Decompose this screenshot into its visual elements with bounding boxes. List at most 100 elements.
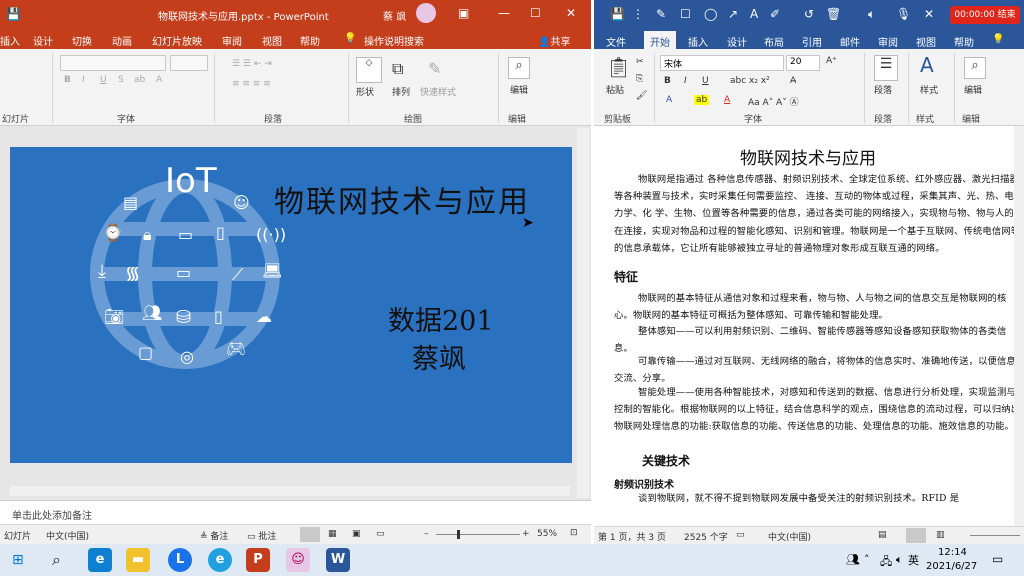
slideshow-view-button[interactable]: ▭ [376,529,385,539]
quick-styles-icon[interactable]: ✎ [428,59,441,78]
word-count[interactable]: 2525 个字 [684,530,728,543]
search-icon[interactable]: ⌕ [964,57,986,79]
share-button[interactable]: 👤共享 [538,33,570,48]
bullets-icon[interactable]: ☰ ☰ ⇤ ⇥ [232,59,272,69]
tab-mailings[interactable]: 邮件 [840,34,860,49]
font-name-input[interactable] [60,55,166,71]
doc-paragraph[interactable]: 智能处理——使用各种智能技术，对感知和传送到的数据、信息进行分析处理，实现监测与… [614,384,1024,436]
user-avatar[interactable] [416,3,436,23]
language-label[interactable]: 中文(中国) [46,529,89,542]
heading-features[interactable]: 特征 [614,268,638,285]
grow-font-icon[interactable]: A⁺ [826,56,837,66]
doc-title[interactable]: 物联网技术与应用 [740,144,876,169]
volume-icon[interactable]: 🔈︎ [896,553,903,567]
proofing-icon[interactable]: ▭ [736,530,745,540]
tab-slideshow[interactable]: 幻灯片放映 [152,33,202,48]
tab-home[interactable]: 开始 [644,31,676,49]
heading-key-tech[interactable]: 关键技术 [642,452,690,469]
styles-button[interactable]: 样式 [920,83,938,96]
edit-button[interactable]: 编辑 [964,83,982,96]
slide-title[interactable]: 物联网技术与应用 [274,177,530,221]
zoom-slider-thumb[interactable] [457,530,460,539]
notes-pane[interactable]: 单击此处添加备注 [0,500,591,524]
font-size-input[interactable]: 20 [786,55,820,71]
app-l-icon[interactable]: L [168,548,192,572]
search-icon[interactable]: ⌕ [52,550,61,570]
language-label[interactable]: 中文(中国) [768,530,811,543]
document-page[interactable]: 物联网技术与应用 物联网是指通过 各种信息传感器、射频识别技术、全球定位系统、红… [594,126,1024,526]
copy-icon[interactable]: ⎘ [636,74,643,84]
arrange-icon[interactable]: ⧉ [392,59,403,79]
shape-icon[interactable]: ◇ [356,57,382,83]
tell-me-search[interactable]: 操作说明搜索 [364,33,424,48]
fit-slide-icon[interactable]: ⊡ [570,528,578,538]
tab-animations[interactable]: 动画 [112,33,132,48]
maximize-icon[interactable]: ☐ [530,6,541,20]
vertical-scrollbar[interactable] [577,128,589,498]
underline-button[interactable]: U [100,75,107,85]
zoom-out-icon[interactable]: – [424,529,429,539]
tray-chevron-icon[interactable]: ˄ [864,553,870,566]
cut-icon[interactable]: ✂ [636,57,644,67]
tab-insert[interactable]: 插入 [0,33,20,48]
delete-icon[interactable]: 🗑︎ [826,7,841,21]
tab-references[interactable]: 引用 [802,34,822,49]
circle-icon[interactable]: ◯ [704,7,717,21]
rectangle-icon[interactable]: ☐ [680,7,691,21]
paragraph-icon[interactable]: ☰ [874,55,898,81]
microphone-icon[interactable]: 🎙︎ [896,7,911,21]
text-effects-icon[interactable]: A [666,95,672,105]
tray-people-icon[interactable]: 👥︎ [846,553,860,566]
bold-button[interactable]: B [664,76,671,86]
doc-paragraph[interactable]: 可靠传输——通过对互联网、无线网络的融合，将物体的信息实时、准确地传送，以便信息… [614,353,1024,387]
more-icon[interactable]: ⋮ [632,7,644,21]
notification-icon[interactable]: ▭ [992,552,1003,566]
comments-toggle[interactable]: ▭ 批注 [247,529,276,542]
styles-icon[interactable]: A [920,53,934,77]
tab-view[interactable]: 视图 [262,33,282,48]
align-icon[interactable]: ≡ ≡ ≡ ≡ [232,79,271,89]
doc-paragraph[interactable]: 物联网是指通过 各种信息传感器、射频识别技术、全球定位系统、红外感应器、激光扫描… [614,171,1024,257]
pen-icon[interactable]: ✎ [656,7,666,21]
avatar-app-icon[interactable]: ☺ [286,548,310,572]
ppt-save-icon[interactable]: 💾 [6,7,21,21]
underline-button[interactable]: U [702,76,709,86]
format-painter-icon[interactable]: 🖌︎ [636,91,647,101]
page-count[interactable]: 第 1 页，共 3 页 [598,530,666,543]
tab-review[interactable]: 审阅 [222,33,242,48]
search-icon[interactable]: ⌕ [508,57,530,79]
highlight-icon[interactable]: ab [694,95,710,105]
spacing-button[interactable]: ab [134,75,145,85]
web-layout-button[interactable]: ▥ [936,530,945,540]
zoom-slider[interactable] [436,534,520,535]
minimize-icon[interactable]: — [498,6,510,20]
paste-icon[interactable]: 📋︎ [606,55,631,79]
undo-icon[interactable]: ↺ [804,7,814,21]
italic-button[interactable]: I [82,75,85,85]
tab-view[interactable]: 视图 [916,34,936,49]
clock-date[interactable]: 2021/6/27 [926,561,977,572]
zoom-in-icon[interactable]: + [522,529,530,539]
tab-design[interactable]: 设计 [727,34,747,49]
italic-button[interactable]: I [684,76,687,86]
clock-time[interactable]: 12:14 [938,547,967,558]
change-case-icon[interactable]: Aa A˄ A˅ Ⓐ [748,95,799,108]
horizontal-scrollbar[interactable] [10,486,570,496]
recording-stop-button[interactable]: 00:00:00 结束 [950,6,1020,24]
focus-icon[interactable]: ▤ [878,530,887,540]
tab-file[interactable]: 文件 [606,34,626,49]
tab-layout[interactable]: 布局 [764,34,784,49]
zoom-level[interactable]: 55% [537,529,557,539]
normal-view-button[interactable] [300,527,320,542]
powerpoint-icon[interactable]: P [246,548,270,572]
tab-transitions[interactable]: 切换 [72,33,92,48]
doc-paragraph[interactable]: 谈到物联网，就不得不提到物联网发展中备受关注的射频识别技术。RFID 是 [614,490,1024,507]
network-icon[interactable]: 🖧︎ [880,553,892,572]
font-name-input[interactable]: 宋体 [660,55,784,71]
zoom-slider[interactable] [970,535,1020,536]
file-explorer-icon[interactable]: ▬ [126,548,150,572]
ie-icon[interactable]: e [208,548,232,572]
close-icon[interactable]: ✕ [566,6,576,20]
tab-help[interactable]: 帮助 [300,33,320,48]
quick-styles-button[interactable]: 快速样式 [420,85,456,98]
